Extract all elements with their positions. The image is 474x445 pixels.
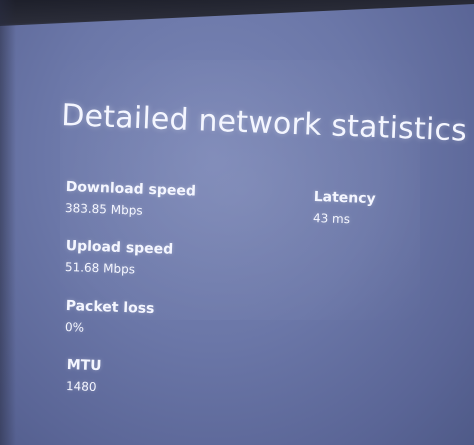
stat-mtu: MTU 1480 <box>66 357 102 394</box>
stat-value: 383.85 Mbps <box>64 200 143 218</box>
stat-packet-loss: Packet loss 0% <box>65 298 155 337</box>
stat-label: MTU <box>66 357 102 375</box>
stat-latency: Latency 43 ms <box>313 189 376 227</box>
stat-label: Packet loss <box>65 298 155 318</box>
screen-edge-shadow <box>0 0 16 445</box>
page-title: Detailed network statistics <box>60 98 468 149</box>
stat-download-speed: Download speed 383.85 Mbps <box>65 179 196 220</box>
stat-value: 51.68 Mbps <box>64 259 136 277</box>
stat-value: 1480 <box>65 378 97 395</box>
stat-upload-speed: Upload speed 51.68 Mbps <box>65 238 174 278</box>
stat-value: 0% <box>64 319 85 335</box>
stat-value: 43 ms <box>312 210 351 227</box>
stat-label: Upload speed <box>65 238 174 258</box>
screen-bezel <box>0 0 474 26</box>
stat-label: Download speed <box>65 179 197 200</box>
stat-label: Latency <box>313 189 376 208</box>
